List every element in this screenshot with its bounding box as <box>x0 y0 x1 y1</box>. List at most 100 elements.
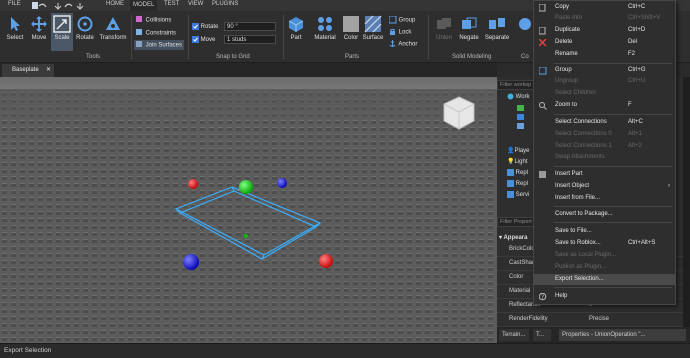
surface-icon <box>364 15 382 33</box>
replicated-icon <box>507 180 514 187</box>
property-row[interactable]: RenderFidelity Precise <box>497 313 690 327</box>
3d-viewport[interactable] <box>0 77 497 343</box>
menu-item-rename[interactable]: Rename F2 <box>534 49 675 60</box>
menu-item-select-connections[interactable]: Select Connections Alt+C <box>534 117 675 128</box>
dropdown-icon-2 <box>76 3 84 10</box>
tab-home[interactable]: HOME <box>106 1 124 7</box>
move-snap-checkbox[interactable]: Move <box>192 36 215 43</box>
server-icon <box>507 191 514 198</box>
menu-item-publish-as-plugin[interactable]: Publish as Plugin... <box>534 262 675 273</box>
tab-view[interactable]: VIEW <box>188 1 203 7</box>
rotate-snap-input[interactable]: 90 ° <box>224 22 276 31</box>
anchor-button[interactable]: Anchor <box>389 40 417 48</box>
menu-item-insert-from-file[interactable]: Insert from File... <box>534 193 675 204</box>
move-snap-input[interactable]: 1 studs <box>224 35 276 44</box>
group-icon <box>539 67 547 75</box>
menu-item-group[interactable]: Group Ctrl+G <box>534 65 675 76</box>
copy-icon <box>539 4 546 12</box>
tree-item-server[interactable]: Servi <box>507 191 529 198</box>
rotate-tool-button[interactable]: Rotate <box>74 15 96 41</box>
menu-item-delete[interactable]: Delete Del <box>534 37 675 48</box>
file-menu[interactable]: FILE <box>8 1 21 7</box>
replicated-icon <box>507 169 514 176</box>
collisions-toggle[interactable]: Collisions <box>136 16 171 24</box>
surface-button[interactable]: Surface <box>362 15 384 41</box>
negate-icon <box>462 17 477 29</box>
part-cube-icon <box>288 17 304 32</box>
properties-filter-input[interactable]: Filter Propert <box>497 217 537 227</box>
menu-separator <box>554 287 672 288</box>
constraints-icon <box>136 29 142 35</box>
menu-separator <box>554 166 672 167</box>
tab-terrain[interactable]: Terrain... <box>499 329 529 341</box>
tab-baseplate[interactable]: Baseplate ✕ <box>2 64 54 77</box>
menu-item-save-as-local-plugin[interactable]: Save as Local Plugin... <box>534 250 675 261</box>
tree-item-replicated-first[interactable]: Repl <box>507 169 528 176</box>
tab-toolbox[interactable]: T... <box>533 329 551 341</box>
new-file-icon <box>32 2 38 9</box>
explorer-filter-input[interactable]: Filter worksp <box>497 80 537 90</box>
tab-plugins[interactable]: PLUGINS <box>212 1 238 7</box>
parts-group-label: Parts <box>345 54 360 60</box>
appearance-section-header[interactable]: ▾ Appeara <box>499 234 527 241</box>
select-tool-button[interactable]: Select <box>4 15 26 41</box>
menu-item-select-children[interactable]: Select Children <box>534 88 675 99</box>
quick-access-icons <box>32 2 84 10</box>
constraints-section-button[interactable] <box>516 15 532 35</box>
join-surfaces-toggle[interactable]: Join Surfaces <box>134 40 185 50</box>
context-menu: Copy Ctrl+C Paste Into Ctrl+Shift+V Duplic… <box>533 0 676 305</box>
scale-handle-green-top <box>239 180 253 194</box>
part-icon <box>539 171 546 178</box>
tab-properties[interactable]: Properties - UnionOperation "... <box>559 329 686 341</box>
negate-button[interactable]: Negate <box>457 15 481 41</box>
tab-test[interactable]: TEST <box>164 1 179 7</box>
help-icon: ? <box>539 293 547 301</box>
move-tool-button[interactable]: Move <box>28 15 50 41</box>
menu-item-convert-to-package[interactable]: Convert to Package... <box>534 209 675 220</box>
menu-item-ungroup[interactable]: Ungroup Ctrl+U <box>534 76 675 87</box>
globe-icon <box>507 93 514 100</box>
menu-item-insert-part[interactable]: Insert Part <box>534 169 675 180</box>
anchor-icon <box>389 40 396 47</box>
explorer-scrollbar[interactable] <box>683 77 690 217</box>
menu-item-paste-into[interactable]: Paste Into Ctrl+Shift+V <box>534 13 675 24</box>
material-button[interactable]: Material <box>313 15 337 41</box>
tree-item-replicated-storage[interactable]: Repl <box>507 180 528 187</box>
tree-item-lighting[interactable]: 💡Light <box>507 158 528 165</box>
menu-item-save-to-file[interactable]: Save to File... <box>534 226 675 237</box>
menu-item-help[interactable]: ? Help <box>534 291 675 302</box>
constraint-icon <box>519 18 531 30</box>
group-button[interactable]: Group <box>388 15 415 24</box>
menu-item-export-selection[interactable]: Export Selection... <box>534 274 675 285</box>
tab-model[interactable]: MODEL <box>130 0 158 11</box>
lock-button[interactable]: Lock <box>389 28 411 36</box>
menu-item-insert-object[interactable]: Insert Object › <box>534 181 675 192</box>
tree-item-workspace[interactable]: Work <box>507 93 530 100</box>
material-icon <box>318 17 332 31</box>
menu-item-save-to-roblox[interactable]: Save to Roblox... Ctrl+Alt+S <box>534 238 675 249</box>
constraints-toggle[interactable]: Constraints <box>136 29 176 37</box>
tree-children <box>515 104 535 132</box>
union-button[interactable]: Union <box>433 15 455 41</box>
menu-item-select-connections-1[interactable]: Select Connections 1 Alt+2 <box>534 141 675 152</box>
menu-item-zoom-to[interactable]: Zoom to F <box>534 100 675 111</box>
menu-item-swap-attachments[interactable]: Swap Attachments <box>534 152 675 163</box>
menu-item-select-connections-0[interactable]: Select Connections 0 Alt+1 <box>534 129 675 140</box>
properties-scrollbar[interactable] <box>683 217 690 327</box>
cursor-icon <box>11 17 20 31</box>
collisions-icon <box>136 16 142 22</box>
part-button[interactable]: Part <box>287 15 305 41</box>
menu-item-copy[interactable]: Copy Ctrl+C <box>534 2 675 13</box>
scale-tool-button[interactable]: Scale <box>51 13 73 51</box>
color-swatch-icon <box>343 16 359 32</box>
separate-button[interactable]: Separate <box>483 15 511 41</box>
color-button[interactable]: Color <box>341 15 361 41</box>
separate-icon <box>489 18 505 29</box>
solid-modeling-group-label: Solid Modeling <box>452 54 492 60</box>
svg-text:?: ? <box>541 294 544 301</box>
tree-item-players[interactable]: 👤Playe <box>507 147 530 154</box>
transform-tool-button[interactable]: Transform <box>98 15 128 41</box>
menu-item-duplicate[interactable]: Duplicate Ctrl+D <box>534 25 675 36</box>
rotate-snap-checkbox[interactable]: Rotate <box>192 23 218 30</box>
tools-group-label: Tools <box>86 54 101 60</box>
